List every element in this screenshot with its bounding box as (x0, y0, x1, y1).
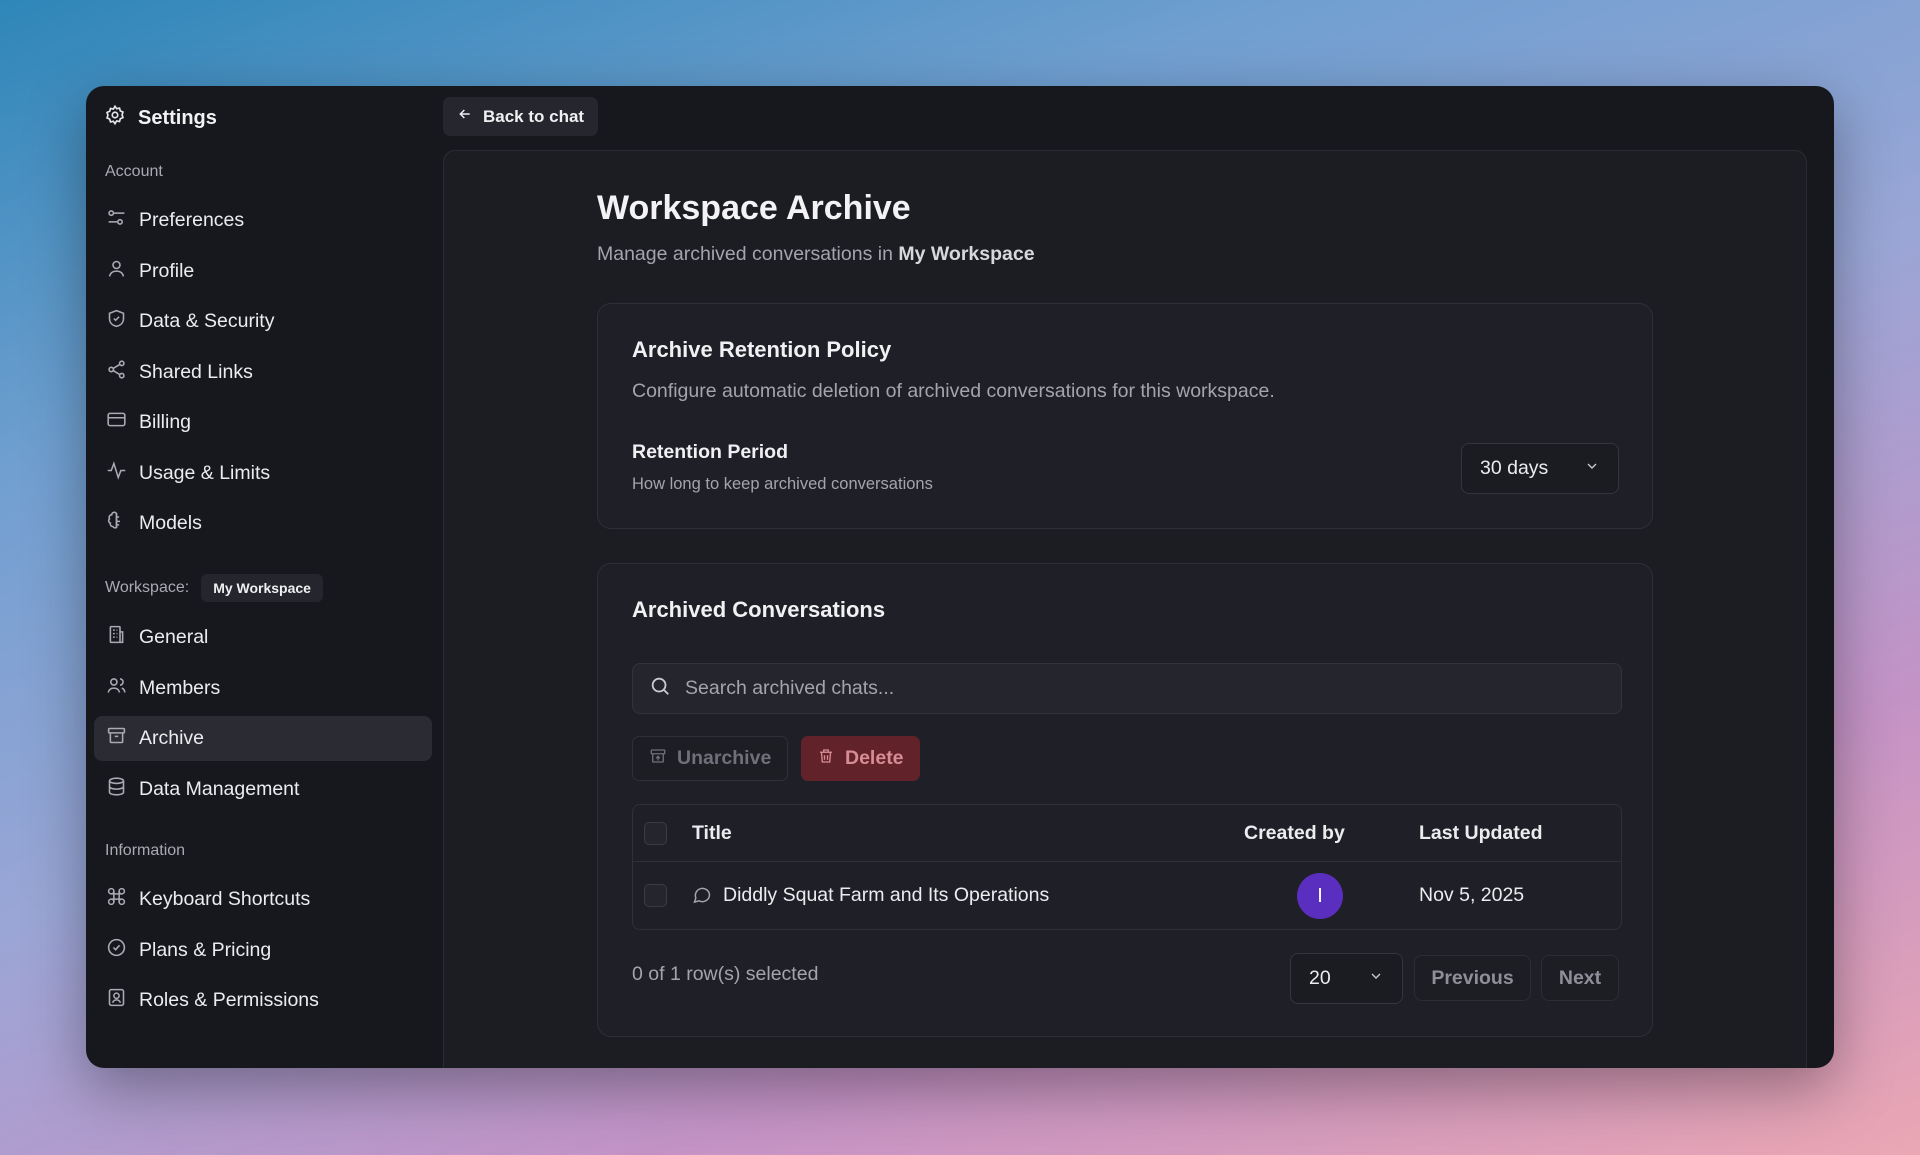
command-icon (106, 886, 127, 913)
sidebar-item-data-security[interactable]: Data & Security (94, 299, 432, 344)
workspace-section: Workspace: My Workspace (105, 574, 323, 602)
sidebar-item-label: Shared Links (139, 361, 253, 383)
brain-icon (106, 510, 127, 537)
sidebar-item-profile[interactable]: Profile (94, 249, 432, 294)
user-icon (106, 258, 127, 285)
sidebar-item-archive[interactable]: Archive (94, 716, 432, 761)
select-all-checkbox[interactable] (644, 822, 667, 845)
retention-period-select[interactable]: 30 days (1461, 443, 1619, 494)
archived-search[interactable] (632, 663, 1622, 714)
sidebar-item-billing[interactable]: Billing (94, 400, 432, 445)
row-title[interactable]: Diddly Squat Farm and Its Operations (723, 884, 1049, 907)
settings-window: Settings Account Preferences Profile Dat… (86, 86, 1834, 1068)
section-workspace: Workspace: (105, 579, 190, 596)
sidebar-item-label: Profile (139, 260, 195, 282)
users-icon (106, 675, 127, 702)
sidebar-item-data-management[interactable]: Data Management (94, 767, 432, 812)
table-header-row: Title Created by Last Updated (633, 805, 1621, 862)
avatar: I (1297, 873, 1343, 919)
credit-card-icon (106, 409, 127, 436)
sidebar-item-label: General (139, 626, 209, 648)
unarchive-button[interactable]: Unarchive (632, 736, 789, 781)
page-size-value: 20 (1309, 967, 1331, 989)
workspace-badge: My Workspace (201, 574, 323, 602)
back-to-chat-button[interactable]: Back to chat (443, 97, 599, 136)
sliders-icon (106, 207, 127, 234)
sidebar-item-label: Plans & Pricing (139, 939, 272, 961)
main-panel: Workspace Archive Manage archived conver… (443, 150, 1807, 1068)
trash-icon (817, 747, 835, 771)
retention-period-value: 30 days (1480, 457, 1549, 479)
sidebar-item-label: Billing (139, 411, 192, 433)
chevron-down-icon (1584, 457, 1600, 480)
retention-title: Archive Retention Policy (632, 337, 892, 362)
sidebar-item-plans-pricing[interactable]: Plans & Pricing (94, 928, 432, 973)
unarchive-label: Unarchive (677, 747, 772, 769)
page-subtitle-workspace: My Workspace (898, 243, 1035, 265)
id-badge-icon (106, 987, 127, 1014)
sidebar-item-preferences[interactable]: Preferences (94, 198, 432, 243)
page-title: Workspace Archive (597, 189, 911, 227)
row-last-updated: Nov 5, 2025 (1419, 884, 1525, 906)
sidebar-item-label: Archive (139, 727, 205, 749)
sidebar-item-label: Members (139, 677, 221, 699)
sidebar-item-label: Roles & Permissions (139, 989, 319, 1011)
gear-icon (104, 104, 126, 132)
archived-title: Archived Conversations (632, 597, 886, 622)
previous-page-button[interactable]: Previous (1414, 955, 1531, 1001)
sidebar-item-label: Data & Security (139, 310, 275, 332)
activity-icon (106, 460, 127, 487)
section-information: Information (105, 842, 186, 859)
settings-sidebar: Settings Account Preferences Profile Dat… (86, 86, 442, 1068)
page-subtitle-text: Manage archived conversations in (597, 243, 899, 265)
database-icon (106, 776, 127, 803)
settings-title: Settings (104, 104, 217, 132)
sidebar-item-label: Preferences (139, 209, 245, 231)
selection-status: 0 of 1 row(s) selected (632, 963, 819, 985)
column-created-by: Created by (1244, 822, 1345, 844)
sidebar-item-models[interactable]: Models (94, 501, 432, 546)
retention-card: Archive Retention Policy Configure autom… (597, 303, 1653, 529)
sidebar-item-usage-limits[interactable]: Usage & Limits (94, 451, 432, 496)
sidebar-item-label: Keyboard Shortcuts (139, 888, 311, 910)
sidebar-item-label: Data Management (139, 778, 300, 800)
badge-check-icon (106, 937, 127, 964)
next-page-button[interactable]: Next (1541, 955, 1619, 1001)
row-checkbox[interactable] (644, 884, 667, 907)
settings-title-text: Settings (138, 106, 217, 129)
archived-conversations-card: Archived Conversations Unarchive Delete … (597, 563, 1653, 1037)
archive-icon (106, 725, 127, 752)
page-size-select[interactable]: 20 (1290, 953, 1403, 1004)
share-icon (106, 359, 127, 386)
archive-restore-icon (649, 747, 667, 771)
section-account: Account (105, 163, 163, 180)
sidebar-item-general[interactable]: General (94, 615, 432, 660)
back-to-chat-label: Back to chat (483, 106, 585, 126)
page-subtitle: Manage archived conversations in My Work… (597, 243, 1035, 266)
building-icon (106, 624, 127, 651)
message-circle-icon (692, 885, 712, 910)
sidebar-item-roles-permissions[interactable]: Roles & Permissions (94, 978, 432, 1023)
delete-label: Delete (845, 747, 904, 769)
retention-period-label: Retention Period (632, 441, 789, 463)
shield-icon (106, 308, 127, 335)
column-title: Title (692, 822, 732, 844)
sidebar-item-shared-links[interactable]: Shared Links (94, 350, 432, 395)
table-row[interactable]: Diddly Squat Farm and Its Operations I N… (633, 862, 1621, 930)
sidebar-item-label: Usage & Limits (139, 462, 271, 484)
column-last-updated: Last Updated (1419, 822, 1543, 844)
search-icon (649, 675, 671, 702)
arrow-left-icon (457, 106, 473, 127)
sidebar-item-members[interactable]: Members (94, 666, 432, 711)
delete-button[interactable]: Delete (801, 736, 920, 781)
chevron-down-icon (1368, 967, 1384, 990)
search-input[interactable] (685, 677, 1585, 700)
retention-description: Configure automatic deletion of archived… (632, 380, 1275, 402)
archived-table: Title Created by Last Updated Diddly Squ… (632, 804, 1622, 930)
retention-period-help: How long to keep archived conversations (632, 475, 933, 493)
sidebar-item-label: Models (139, 512, 202, 534)
sidebar-item-keyboard-shortcuts[interactable]: Keyboard Shortcuts (94, 877, 432, 922)
